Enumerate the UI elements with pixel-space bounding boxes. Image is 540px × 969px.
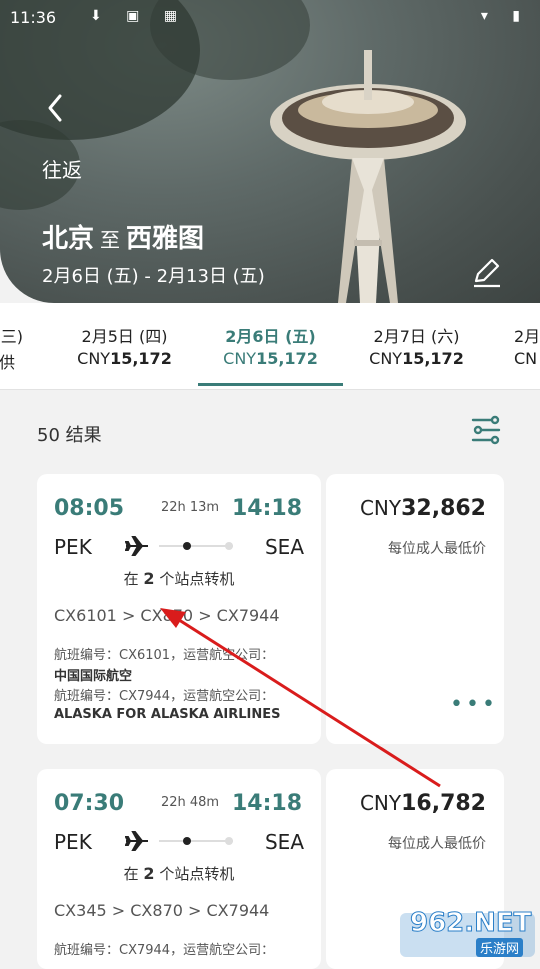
tab-price: CNY15,172 (198, 349, 343, 368)
tab-date: 2月5日 (四) (81, 327, 168, 346)
operator-info: 航班编号：CX6101，运营航空公司： (54, 648, 275, 663)
end-dot (225, 837, 233, 845)
operator-name: 中国国际航空 (54, 669, 133, 684)
arrival-time: 14:18 (231, 791, 302, 816)
amount: 16,782 (401, 791, 486, 816)
date-tab[interactable]: 2月 CN (490, 323, 540, 368)
stops-count: 2 (143, 864, 155, 883)
space-needle-illustration (270, 50, 466, 303)
route-track (159, 545, 233, 547)
amount: 32,862 (401, 496, 486, 521)
tab-price: CN (514, 349, 538, 368)
notification-icons: ⬇ ▣ ▦ (90, 8, 188, 24)
trip-dates: 2月6日 (五) - 2月13日 (五) (42, 266, 265, 287)
departure-time: 08:05 (54, 496, 125, 521)
sliders-icon[interactable] (470, 414, 502, 446)
amount: 15,172 (256, 349, 318, 368)
watermark-subtext: 乐游网 (476, 938, 524, 957)
price-card[interactable]: CNY32,862 每位成人最低价 ••• (326, 474, 504, 744)
arrival-time: 14:18 (231, 496, 302, 521)
origin-code: PEK (54, 830, 92, 854)
date-tab[interactable]: 2月7日 (六) CNY15,172 (344, 323, 489, 368)
destination-city: 西雅图 (126, 224, 205, 254)
pencil-icon[interactable] (470, 255, 504, 289)
price: CNY16,782 (326, 791, 486, 816)
stop-dot (183, 837, 191, 845)
operator-info: 航班编号：CX7944，运营航空公司： (54, 943, 275, 958)
tab-price: CNY15,172 (344, 349, 489, 368)
destination-code: SEA (264, 535, 304, 559)
operator-name: ALASKA FOR ALASKA AIRLINES (54, 707, 281, 722)
origin-city: 北京 (42, 224, 95, 254)
price: CNY32,862 (326, 496, 486, 521)
stops-suffix: 个站点转机 (154, 865, 235, 883)
to-word: 至 (100, 228, 121, 252)
tab-date: 2月 (514, 327, 540, 346)
airplane-icon (125, 536, 148, 556)
flight-duration: 22h 48m (160, 795, 220, 810)
amount: 15,172 (110, 349, 172, 368)
tab-date: 2月7日 (六) (373, 327, 460, 346)
destination-code: SEA (264, 830, 304, 854)
stops-suffix: 个站点转机 (154, 570, 235, 588)
route-track (159, 840, 233, 842)
stop-dot (183, 542, 191, 550)
currency: CNY (359, 496, 402, 520)
results-count: 50 结果 (37, 425, 102, 446)
status-bar: 11:36 ⬇ ▣ ▦ ▾ ▮ (10, 6, 530, 30)
active-tab-indicator (198, 383, 343, 386)
date-tab-active[interactable]: 2月6日 (五) CNY15,172 (198, 323, 343, 368)
airplane-icon (125, 831, 148, 851)
currency: CNY (223, 349, 257, 368)
watermark-text: 962.NET (409, 908, 532, 939)
amount: 15,172 (402, 349, 464, 368)
stops-prefix: 在 (123, 570, 144, 588)
stops-count: 2 (143, 569, 155, 588)
tab-date: 2月6日 (五) (225, 327, 316, 346)
departure-time: 07:30 (54, 791, 125, 816)
date-tab[interactable]: 2月5日 (四) CNY15,172 (52, 323, 197, 368)
currency: CNY (359, 791, 402, 815)
end-dot (225, 542, 233, 550)
flight-numbers: CX345 > CX870 > CX7944 (54, 901, 270, 920)
tab-price: CNY15,172 (52, 349, 197, 368)
status-time: 11:36 (10, 8, 57, 27)
stops-prefix: 在 (123, 865, 144, 883)
signal-battery-icons: ▾ ▮ (480, 8, 530, 24)
currency: CNY (369, 349, 403, 368)
flight-duration: 22h 13m (160, 500, 220, 515)
flight-card[interactable]: 08:05 22h 13m 14:18 PEK SEA 在 2 个站点转机 CX… (37, 474, 321, 744)
flight-numbers: CX6101 > CX870 > CX7944 (54, 606, 280, 625)
price-note: 每位成人最低价 (388, 836, 486, 852)
chevron-left-icon[interactable] (38, 90, 74, 126)
currency: CNY (77, 349, 111, 368)
origin-code: PEK (54, 535, 92, 559)
header-banner: 11:36 ⬇ ▣ ▦ ▾ ▮ 往返 北京至西雅图 2月6日 (五) - 2月1… (0, 0, 540, 303)
route-title: 北京至西雅图 (42, 218, 204, 255)
trip-type-label: 往返 (42, 158, 82, 182)
stops-text: 在 2 个站点转机 (37, 568, 321, 589)
date-tabs: (三) 供 2月5日 (四) CNY15,172 2月6日 (五) CNY15,… (0, 303, 540, 390)
flight-card[interactable]: 07:30 22h 48m 14:18 PEK SEA 在 2 个站点转机 CX… (37, 769, 321, 969)
operator-info: 航班编号：CX7944，运营航空公司： (54, 689, 275, 704)
stops-text: 在 2 个站点转机 (37, 863, 321, 884)
price-note: 每位成人最低价 (388, 541, 486, 557)
more-options-icon[interactable]: ••• (450, 692, 498, 717)
